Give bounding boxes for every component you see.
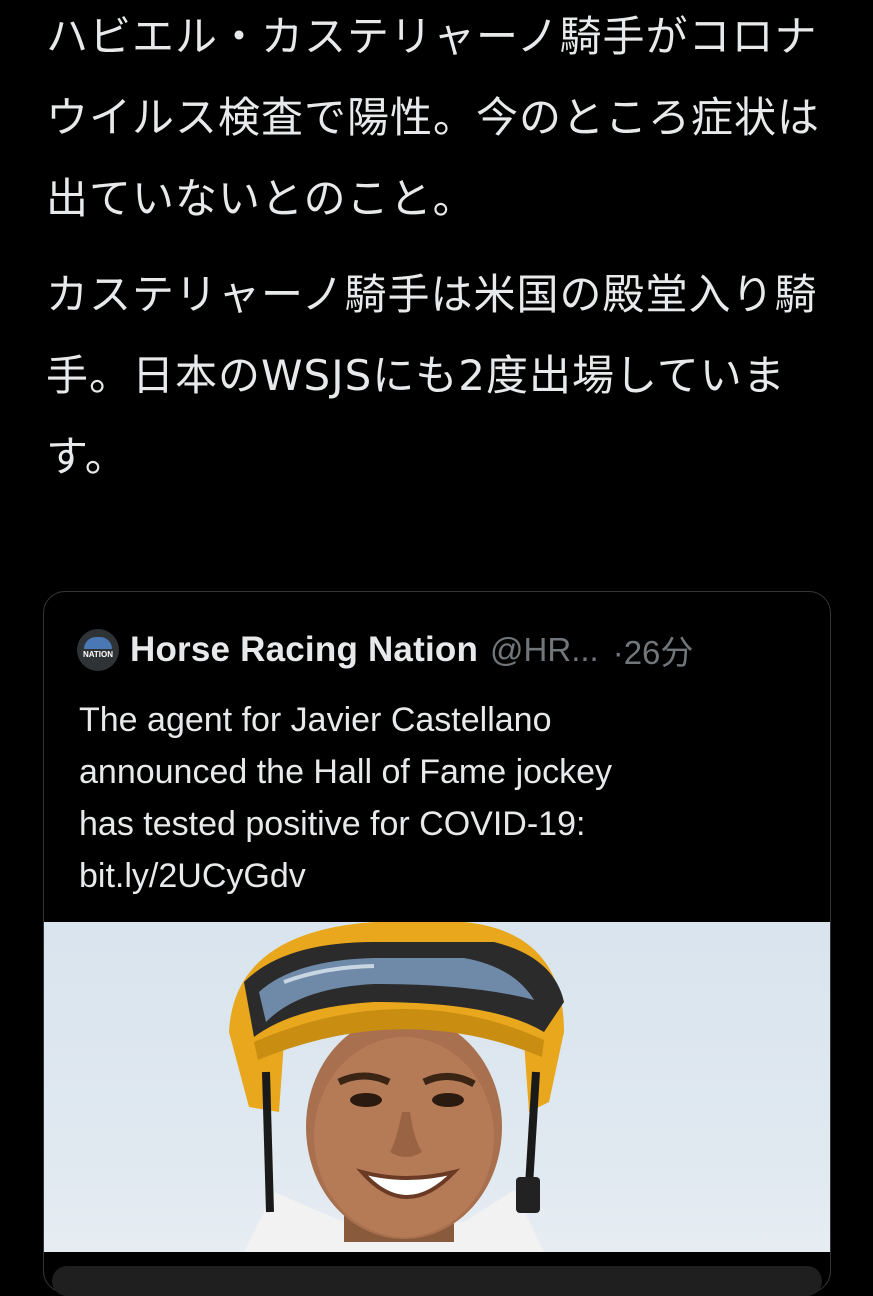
tweet-text-paragraph-1: ハビエル・カステリャーノ騎手がコロナウイルス検査で陽性。今のところ症状は出ていな… — [46, 12, 821, 223]
source-handle[interactable]: @HR... — [490, 631, 599, 669]
tweet-timestamp[interactable]: ·26分 — [613, 626, 694, 674]
quoted-tweet-header: NATION Horse Racing Nation @HR... ·26分 — [77, 627, 693, 673]
jockey-illustration — [229, 922, 564, 1252]
quoted-text-line: announced the Hall of Fame jockey — [79, 753, 612, 791]
source-name[interactable]: Horse Racing Nation — [130, 630, 478, 670]
logo-arc-icon — [84, 637, 112, 649]
tweet-body: ハビエル・カステリャーノ騎手がコロナウイルス検査で陽性。今のところ症状は出ていな… — [46, 0, 836, 497]
quoted-tweet-text: The agent for Javier Castellano announce… — [79, 694, 799, 902]
reply-bar[interactable] — [52, 1266, 822, 1296]
quoted-tweet-card[interactable]: NATION Horse Racing Nation @HR... ·26分 T… — [43, 591, 831, 1293]
source-avatar[interactable]: NATION — [77, 629, 119, 671]
quoted-text-line: has tested positive for COVID-19: — [79, 805, 586, 843]
tweet-text-paragraph-2: カステリャーノ騎手は米国の殿堂入り騎手。日本のWSJSにも2度出場しています。 — [46, 270, 818, 481]
jockey-photo[interactable] — [44, 922, 830, 1252]
avatar-logo-text: NATION — [82, 650, 114, 659]
quoted-text-line: The agent for Javier Castellano — [79, 701, 552, 739]
quoted-link[interactable]: bit.ly/2UCyGdv — [79, 850, 799, 902]
